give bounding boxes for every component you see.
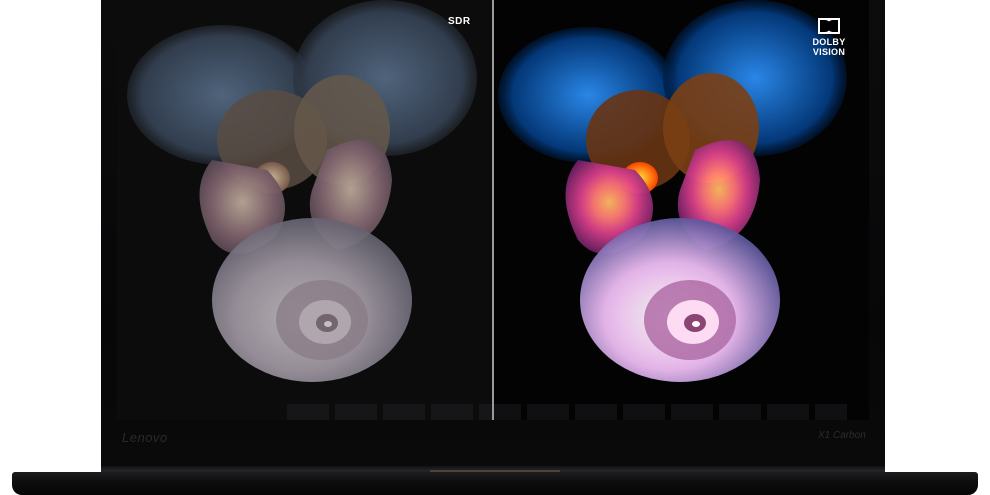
comparison-divider — [492, 0, 494, 420]
dolby-text: DOLBY — [812, 37, 846, 47]
sdr-half: SDR — [117, 0, 493, 420]
dolby-vision-half: DOLBY VISION — [493, 0, 869, 420]
keyboard-reflection — [287, 404, 847, 420]
laptop-screen: SDR DOLBY VISION — [117, 0, 869, 420]
product-image: SDR DOLBY VISION Lenovo X1 Carbon — [0, 0, 990, 495]
sea-snail-image-sdr — [127, 0, 477, 382]
sea-snail-image-dolby-vision — [498, 0, 847, 382]
dolby-double-d-icon — [818, 18, 840, 34]
vision-text: VISION — [812, 47, 846, 57]
model-name: X1 Carbon — [818, 430, 866, 441]
laptop-base — [12, 472, 978, 495]
lenovo-logo: Lenovo — [122, 430, 168, 445]
sdr-label: SDR — [448, 16, 471, 27]
dolby-vision-badge: DOLBY VISION — [809, 18, 849, 57]
